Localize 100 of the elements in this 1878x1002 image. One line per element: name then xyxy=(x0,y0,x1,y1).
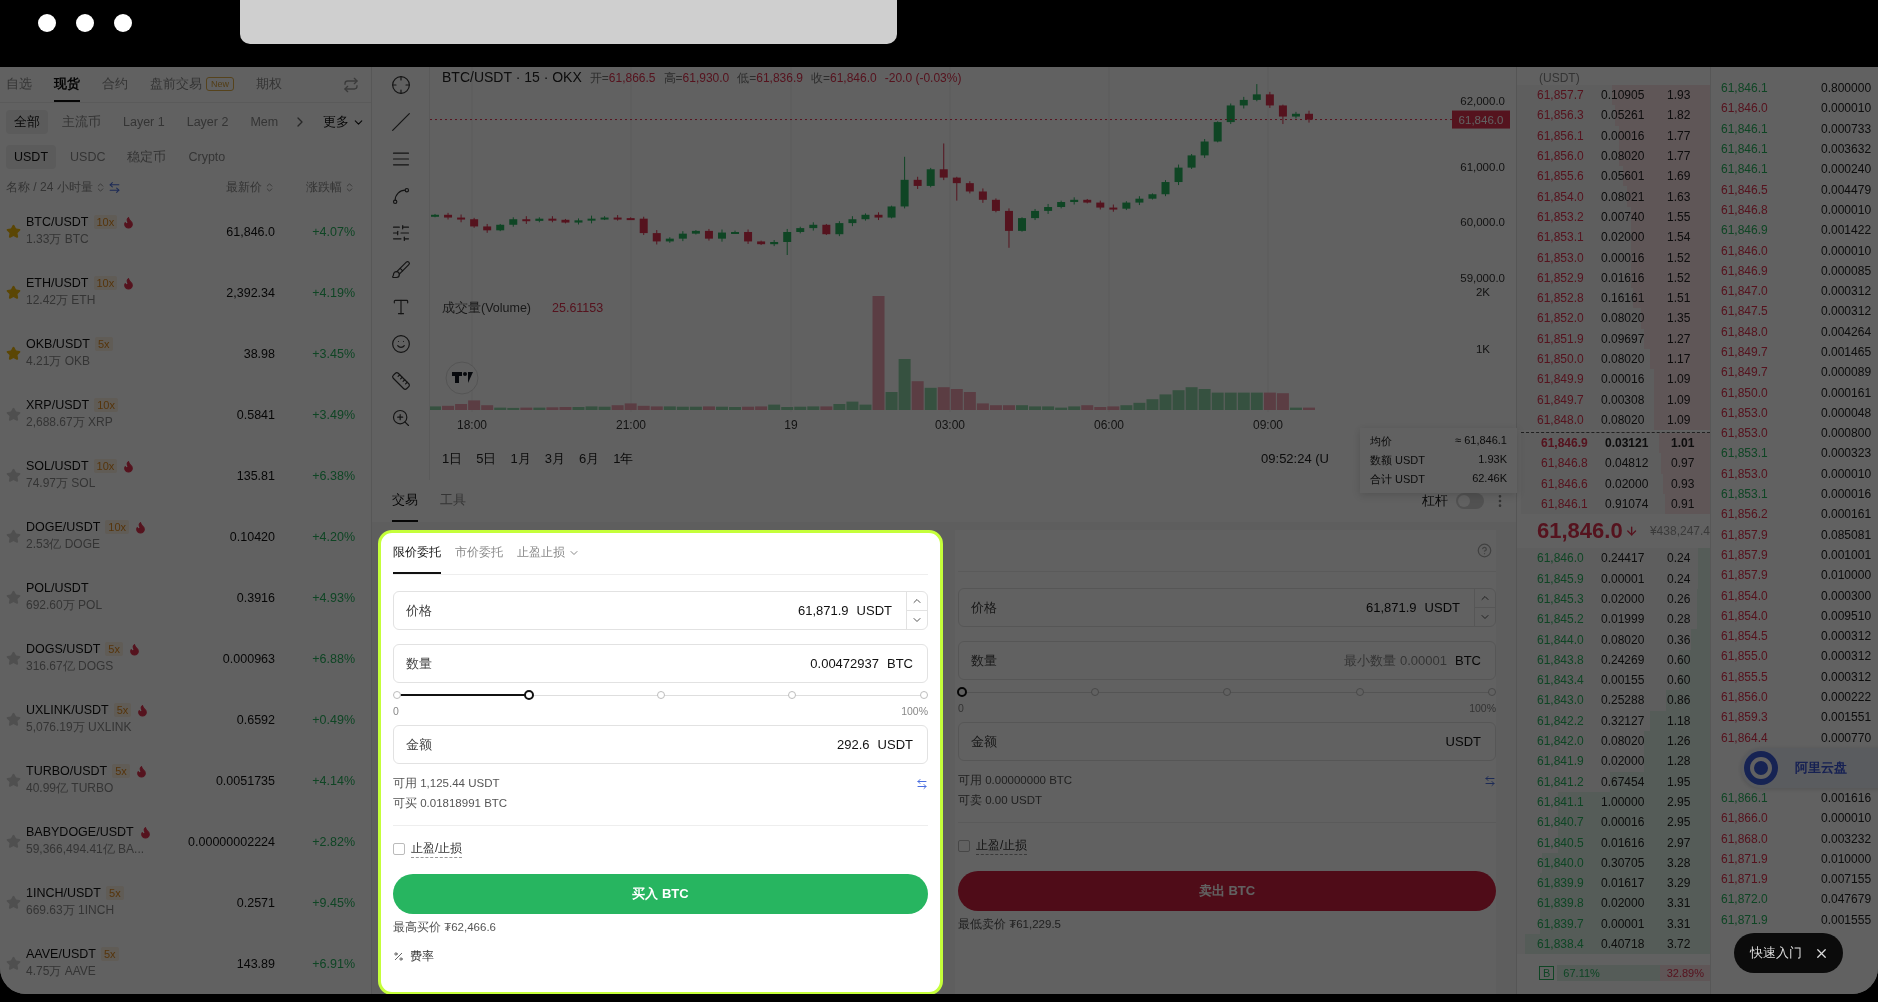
order-total: 2.97 xyxy=(1667,835,1692,850)
order-total: 0.26 xyxy=(1667,591,1692,606)
total-field[interactable]: 金额 USDT xyxy=(958,722,1496,761)
pair-name: BTC/USDT xyxy=(26,215,89,229)
order-amount: 0.02000 xyxy=(1601,591,1646,606)
amount-field[interactable]: 数量 0.00472937 BTC xyxy=(393,644,928,683)
category-chip[interactable]: 全部 xyxy=(6,110,48,134)
field-label: 数量 xyxy=(406,654,432,673)
order-amount: 0.10905 xyxy=(1601,88,1646,103)
order-type-tab[interactable]: 限价委托 xyxy=(393,533,441,574)
range-button[interactable]: 3月 xyxy=(544,449,565,468)
order-price: 61,852.8 xyxy=(1536,291,1585,306)
range-button[interactable]: 1年 xyxy=(613,449,634,468)
trade-price: 61,846.0 xyxy=(1721,101,1769,116)
order-total: 0.24 xyxy=(1667,551,1692,566)
last-price: 61,846.0 xyxy=(1537,518,1623,545)
trade-price: 61,850.0 xyxy=(1721,385,1769,400)
more-button[interactable]: 更多 xyxy=(323,113,365,131)
order-amount: 0.00016 xyxy=(1601,372,1646,387)
trade-price: 61,853.1 xyxy=(1721,446,1769,461)
order-price: 61,853.1 xyxy=(1536,230,1585,245)
order-price: 61,845.3 xyxy=(1536,591,1585,606)
order-price: 61,845.2 xyxy=(1536,612,1585,627)
price-change: +6.91% xyxy=(311,956,355,971)
leverage-badge: 10x xyxy=(93,459,118,473)
order-price: 61,843.0 xyxy=(1536,693,1585,708)
change-value: -20.0 (-0.03%) xyxy=(884,71,962,85)
price-limit: 最高买价 ₮62,466.6 xyxy=(393,920,497,935)
trade-amount: 0.004264 xyxy=(1821,324,1873,339)
last-price: 38.98 xyxy=(242,346,275,361)
trade-amount: 0.000010 xyxy=(1821,243,1873,258)
value-input[interactable]: 61,871.9 xyxy=(997,599,1419,616)
range-button[interactable]: 1日 xyxy=(442,449,463,468)
unit-label: USDT xyxy=(1445,734,1481,749)
value-input[interactable]: 61,871.9 xyxy=(432,602,851,619)
trade-tab[interactable]: 交易 xyxy=(392,480,418,522)
field-label: 金额 xyxy=(406,735,432,754)
order-price: 61,844.0 xyxy=(1536,632,1585,647)
price-change: +2.82% xyxy=(311,834,355,849)
range-button[interactable]: 6月 xyxy=(578,449,600,468)
order-type-tab[interactable]: 止盈止损 xyxy=(517,533,580,574)
axis-label: 09:00 xyxy=(1253,418,1283,432)
tpsl-link[interactable]: 止盈/止损 xyxy=(976,837,1028,855)
order-type-tab[interactable]: 市价委托 xyxy=(455,533,503,574)
axis-label: 03:00 xyxy=(935,418,965,432)
trade-amount: 0.047679 xyxy=(1821,892,1873,907)
trade-amount: 0.001465 xyxy=(1821,345,1873,359)
ohlc-value: 61,866.5 xyxy=(608,71,656,85)
last-price: 0.10420 xyxy=(228,529,275,544)
trade-price: 61,872.0 xyxy=(1721,892,1769,907)
fee-link[interactable]: 费率 xyxy=(410,949,434,964)
leverage-badge: 5x xyxy=(105,642,123,656)
order-price: 61,852.9 xyxy=(1536,270,1585,285)
trade-price: 61,846.1 xyxy=(1721,81,1769,96)
value-input[interactable]: 0.00472937 xyxy=(432,655,881,672)
order-amount: 0.03121 xyxy=(1605,436,1650,451)
margin-label: 杠杆 xyxy=(1422,492,1448,510)
price-field[interactable]: 价格 61,871.9 USDT xyxy=(393,591,928,630)
sell-button[interactable]: 卖出 BTC xyxy=(958,871,1496,911)
trade-price: 61,846.1 xyxy=(1721,162,1769,177)
order-total: 1.52 xyxy=(1667,250,1692,265)
order-amount: 0.32127 xyxy=(1601,713,1646,728)
order-amount: 1.00000 xyxy=(1601,794,1646,809)
total-field[interactable]: 金额 292.6 USDT xyxy=(393,725,928,764)
cloud-drive-badge[interactable]: 阿里云盘 xyxy=(1741,747,1878,788)
tooltip-value: ≈ 61,846.1 xyxy=(1455,434,1507,448)
leverage-badge: 10x xyxy=(93,215,118,229)
range-button[interactable]: 1月 xyxy=(510,449,531,468)
quick-start-button[interactable]: 快速入门 xyxy=(1734,933,1843,973)
order-amount: 0.00016 xyxy=(1601,815,1646,830)
order-price: 61,849.9 xyxy=(1536,372,1585,387)
unit-label: BTC xyxy=(1455,653,1481,668)
value-input[interactable]: 292.6 xyxy=(432,736,872,753)
price-field[interactable]: 价格 61,871.9 USDT xyxy=(958,588,1496,627)
trade-price: 61,866.0 xyxy=(1721,811,1769,826)
order-price: 61,843.8 xyxy=(1536,652,1585,667)
tpsl-link[interactable]: 止盈/止损 xyxy=(411,840,463,858)
order-price: 61,852.0 xyxy=(1536,311,1585,326)
order-price: 61,839.7 xyxy=(1536,916,1585,931)
range-button[interactable]: 5日 xyxy=(476,449,497,468)
volume-label: 成交量(Volume) xyxy=(442,301,532,315)
trade-price: 61,854.5 xyxy=(1721,629,1769,644)
buy-button[interactable]: 买入 BTC xyxy=(393,874,928,914)
trade-amount: 0.000312 xyxy=(1821,649,1873,664)
field-label: 金额 xyxy=(971,732,997,751)
trade-price: 61,847.5 xyxy=(1721,304,1769,319)
market-tab[interactable]: 现货 xyxy=(54,67,80,102)
trade-amount: 0.000312 xyxy=(1821,669,1873,684)
order-price: 61,856.1 xyxy=(1536,128,1585,143)
clock-text: 09:52:24 (U xyxy=(1261,451,1329,466)
pair-name: ETH/USDT xyxy=(26,276,89,290)
order-total: 3.31 xyxy=(1667,896,1692,911)
sell-ratio: 32.89% xyxy=(1666,967,1705,980)
order-amount: 0.08020 xyxy=(1601,412,1646,427)
leverage-badge: 5x xyxy=(112,764,130,778)
order-amount: 0.08020 xyxy=(1601,632,1646,647)
quote-chip[interactable]: USDT xyxy=(6,145,57,169)
order-total: 1.09 xyxy=(1667,392,1692,407)
field-label: 价格 xyxy=(406,601,432,620)
axis-label: 1K xyxy=(1475,343,1490,355)
